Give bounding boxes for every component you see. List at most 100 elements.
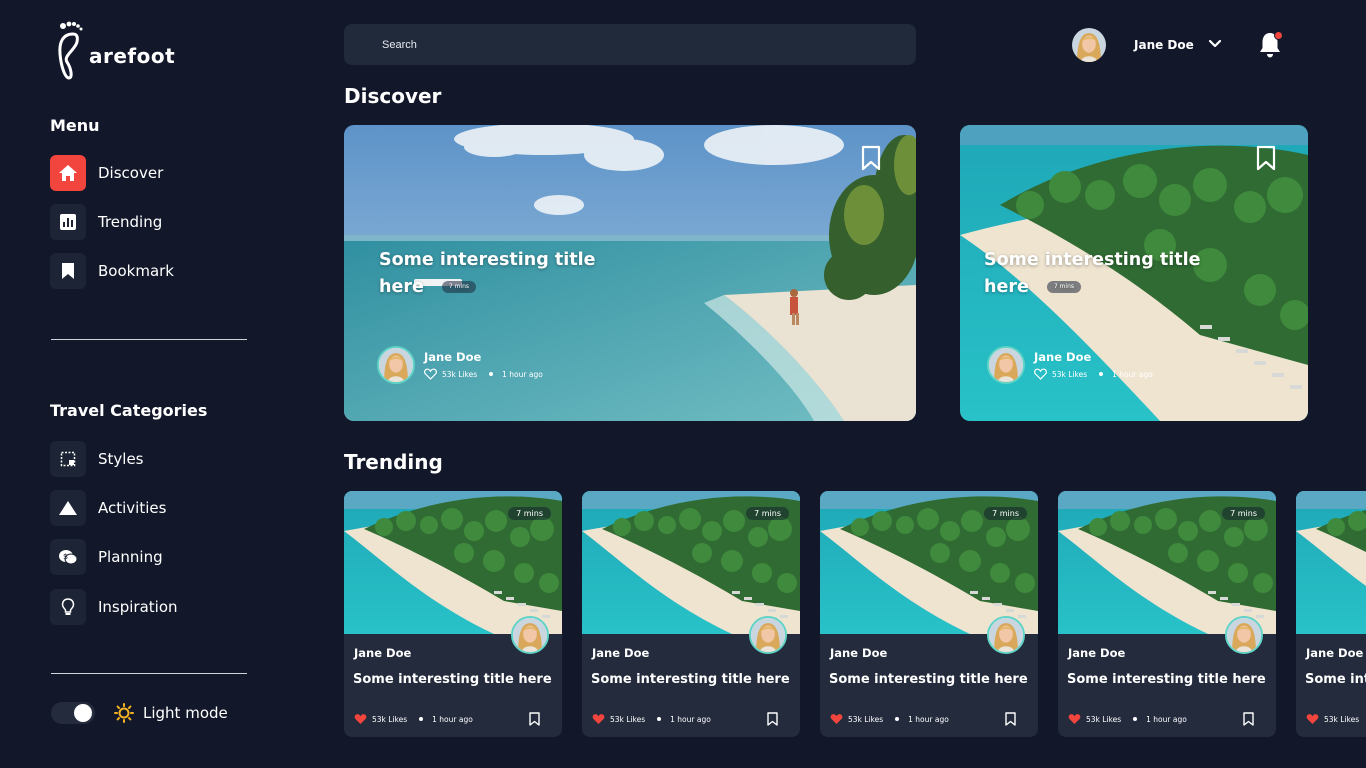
bookmark-icon[interactable] bbox=[1243, 712, 1254, 726]
avatar bbox=[511, 616, 549, 654]
author-name: Jane Doe bbox=[1306, 646, 1364, 660]
card-author: Jane Doe 53k Likes 1 hour ago bbox=[987, 346, 1153, 384]
card-title: Some interesting title here bbox=[591, 672, 790, 687]
avatar bbox=[987, 346, 1025, 384]
home-icon bbox=[50, 155, 86, 191]
card-title: Some interesting title here bbox=[1067, 672, 1266, 687]
bookmark-icon[interactable] bbox=[529, 712, 540, 726]
sidebar-item-label: Trending bbox=[98, 213, 163, 231]
chart-icon bbox=[50, 204, 86, 240]
sun-icon bbox=[114, 703, 134, 723]
card-title: Some interesting title here bbox=[1305, 672, 1366, 687]
read-time-badge: 7 mins bbox=[508, 507, 551, 520]
divider bbox=[51, 673, 247, 674]
menu-heading: Menu bbox=[50, 116, 100, 135]
read-time-badge: 7 mins bbox=[441, 281, 476, 293]
read-time-badge: 7 mins bbox=[746, 507, 789, 520]
avatar bbox=[749, 616, 787, 654]
sidebar-item-inspiration[interactable]: Inspiration bbox=[50, 589, 178, 625]
card-title: Some interesting title here 7 mins bbox=[984, 250, 1201, 297]
heart-icon[interactable] bbox=[592, 713, 605, 725]
likes-count: 53k Likes bbox=[1086, 714, 1122, 724]
author-name: Jane Doe bbox=[592, 646, 650, 660]
post-time: 1 hour ago bbox=[1146, 714, 1187, 724]
island-image bbox=[1296, 491, 1366, 634]
author-name: Jane Doe bbox=[1068, 646, 1126, 660]
card-title: Some interesting title here 7 mins bbox=[379, 250, 596, 297]
light-mode-label: Light mode bbox=[143, 704, 228, 722]
likes-count: 53k Likes bbox=[372, 714, 408, 724]
discover-card[interactable]: Some interesting title here 7 mins Jane D… bbox=[960, 125, 1308, 421]
likes-count: 53k Likes bbox=[1052, 369, 1088, 379]
user-name[interactable]: Jane Doe bbox=[1134, 38, 1194, 52]
trending-card[interactable]: 7 mins Jane Doe Some interesting title h… bbox=[582, 491, 800, 737]
author-name: Jane Doe bbox=[830, 646, 888, 660]
bookmark-icon[interactable] bbox=[1005, 712, 1016, 726]
avatar bbox=[1225, 616, 1263, 654]
logo-text: arefoot bbox=[89, 44, 176, 68]
sidebar-item-planning[interactable]: $ Planning bbox=[50, 539, 163, 575]
card-title: Some interesting title here bbox=[353, 672, 552, 687]
footprint-icon bbox=[58, 21, 83, 80]
styles-icon bbox=[50, 441, 86, 477]
chat-money-icon: $ bbox=[50, 539, 86, 575]
card-author: Jane Doe 53k Likes 1 hour ago bbox=[377, 346, 543, 384]
trending-card[interactable]: 7 mins Jane Doe Some interesting title h… bbox=[1058, 491, 1276, 737]
notification-badge bbox=[1274, 31, 1283, 40]
sidebar-item-label: Bookmark bbox=[98, 262, 174, 280]
post-time: 1 hour ago bbox=[1112, 369, 1153, 379]
post-time: 1 hour ago bbox=[670, 714, 711, 724]
heart-outline-icon[interactable] bbox=[424, 368, 437, 380]
sidebar-item-discover[interactable]: Discover bbox=[50, 155, 163, 191]
bookmark-icon[interactable] bbox=[767, 712, 778, 726]
heart-icon[interactable] bbox=[354, 713, 367, 725]
heart-icon[interactable] bbox=[1306, 713, 1319, 725]
read-time-badge: 7 mins bbox=[1222, 507, 1265, 520]
search-input[interactable] bbox=[344, 24, 916, 65]
light-mode-option[interactable]: Light mode bbox=[114, 703, 228, 723]
sidebar-item-styles[interactable]: Styles bbox=[50, 441, 144, 477]
bookmark-icon[interactable] bbox=[1256, 145, 1276, 171]
sidebar-item-trending[interactable]: Trending bbox=[50, 204, 162, 240]
post-time: 1 hour ago bbox=[432, 714, 473, 724]
mountain-icon bbox=[50, 490, 86, 526]
heart-icon[interactable] bbox=[1068, 713, 1081, 725]
read-time-badge: 7 mins bbox=[1046, 281, 1081, 293]
post-time: 1 hour ago bbox=[908, 714, 949, 724]
author-name: Jane Doe bbox=[1034, 350, 1092, 364]
lightbulb-icon bbox=[50, 589, 86, 625]
likes-count: 53k Likes bbox=[610, 714, 646, 724]
sidebar-item-label: Activities bbox=[98, 499, 167, 517]
author-name: Jane Doe bbox=[354, 646, 412, 660]
discover-heading: Discover bbox=[344, 84, 442, 108]
bookmark-icon[interactable] bbox=[861, 145, 881, 171]
heart-outline-icon[interactable] bbox=[1034, 368, 1047, 380]
svg-text:$: $ bbox=[63, 552, 68, 561]
likes-count: 53k Likes bbox=[442, 369, 478, 379]
sidebar-item-activities[interactable]: Activities bbox=[50, 490, 166, 526]
divider bbox=[51, 339, 247, 340]
card-title: Some interesting title here bbox=[829, 672, 1028, 687]
sidebar-item-label: Discover bbox=[98, 164, 164, 182]
sidebar-item-label: Inspiration bbox=[98, 598, 178, 616]
heart-icon[interactable] bbox=[830, 713, 843, 725]
toggle-knob bbox=[74, 704, 92, 722]
likes-count: 53k Likes bbox=[1324, 714, 1360, 724]
sidebar-item-label: Planning bbox=[98, 548, 163, 566]
discover-card[interactable]: Some interesting title here 7 mins Jane D… bbox=[344, 125, 916, 421]
trending-card[interactable]: Jane Doe Some interesting title here 53k… bbox=[1296, 491, 1366, 737]
user-avatar[interactable] bbox=[1072, 28, 1106, 62]
trending-card[interactable]: 7 mins Jane Doe Some interesting title h… bbox=[820, 491, 1038, 737]
chevron-down-icon[interactable] bbox=[1208, 39, 1222, 49]
travel-categories-heading: Travel Categories bbox=[50, 401, 208, 420]
brand-logo[interactable]: arefoot bbox=[53, 20, 175, 82]
author-name: Jane Doe bbox=[424, 350, 482, 364]
trending-card[interactable]: 7 mins Jane Doe Some interesting title h… bbox=[344, 491, 562, 737]
read-time-badge: 7 mins bbox=[984, 507, 1027, 520]
theme-toggle[interactable] bbox=[51, 702, 95, 724]
avatar bbox=[377, 346, 415, 384]
trending-heading: Trending bbox=[344, 450, 443, 474]
sidebar-item-bookmark[interactable]: Bookmark bbox=[50, 253, 174, 289]
likes-count: 53k Likes bbox=[848, 714, 884, 724]
sidebar-item-label: Styles bbox=[98, 450, 144, 468]
